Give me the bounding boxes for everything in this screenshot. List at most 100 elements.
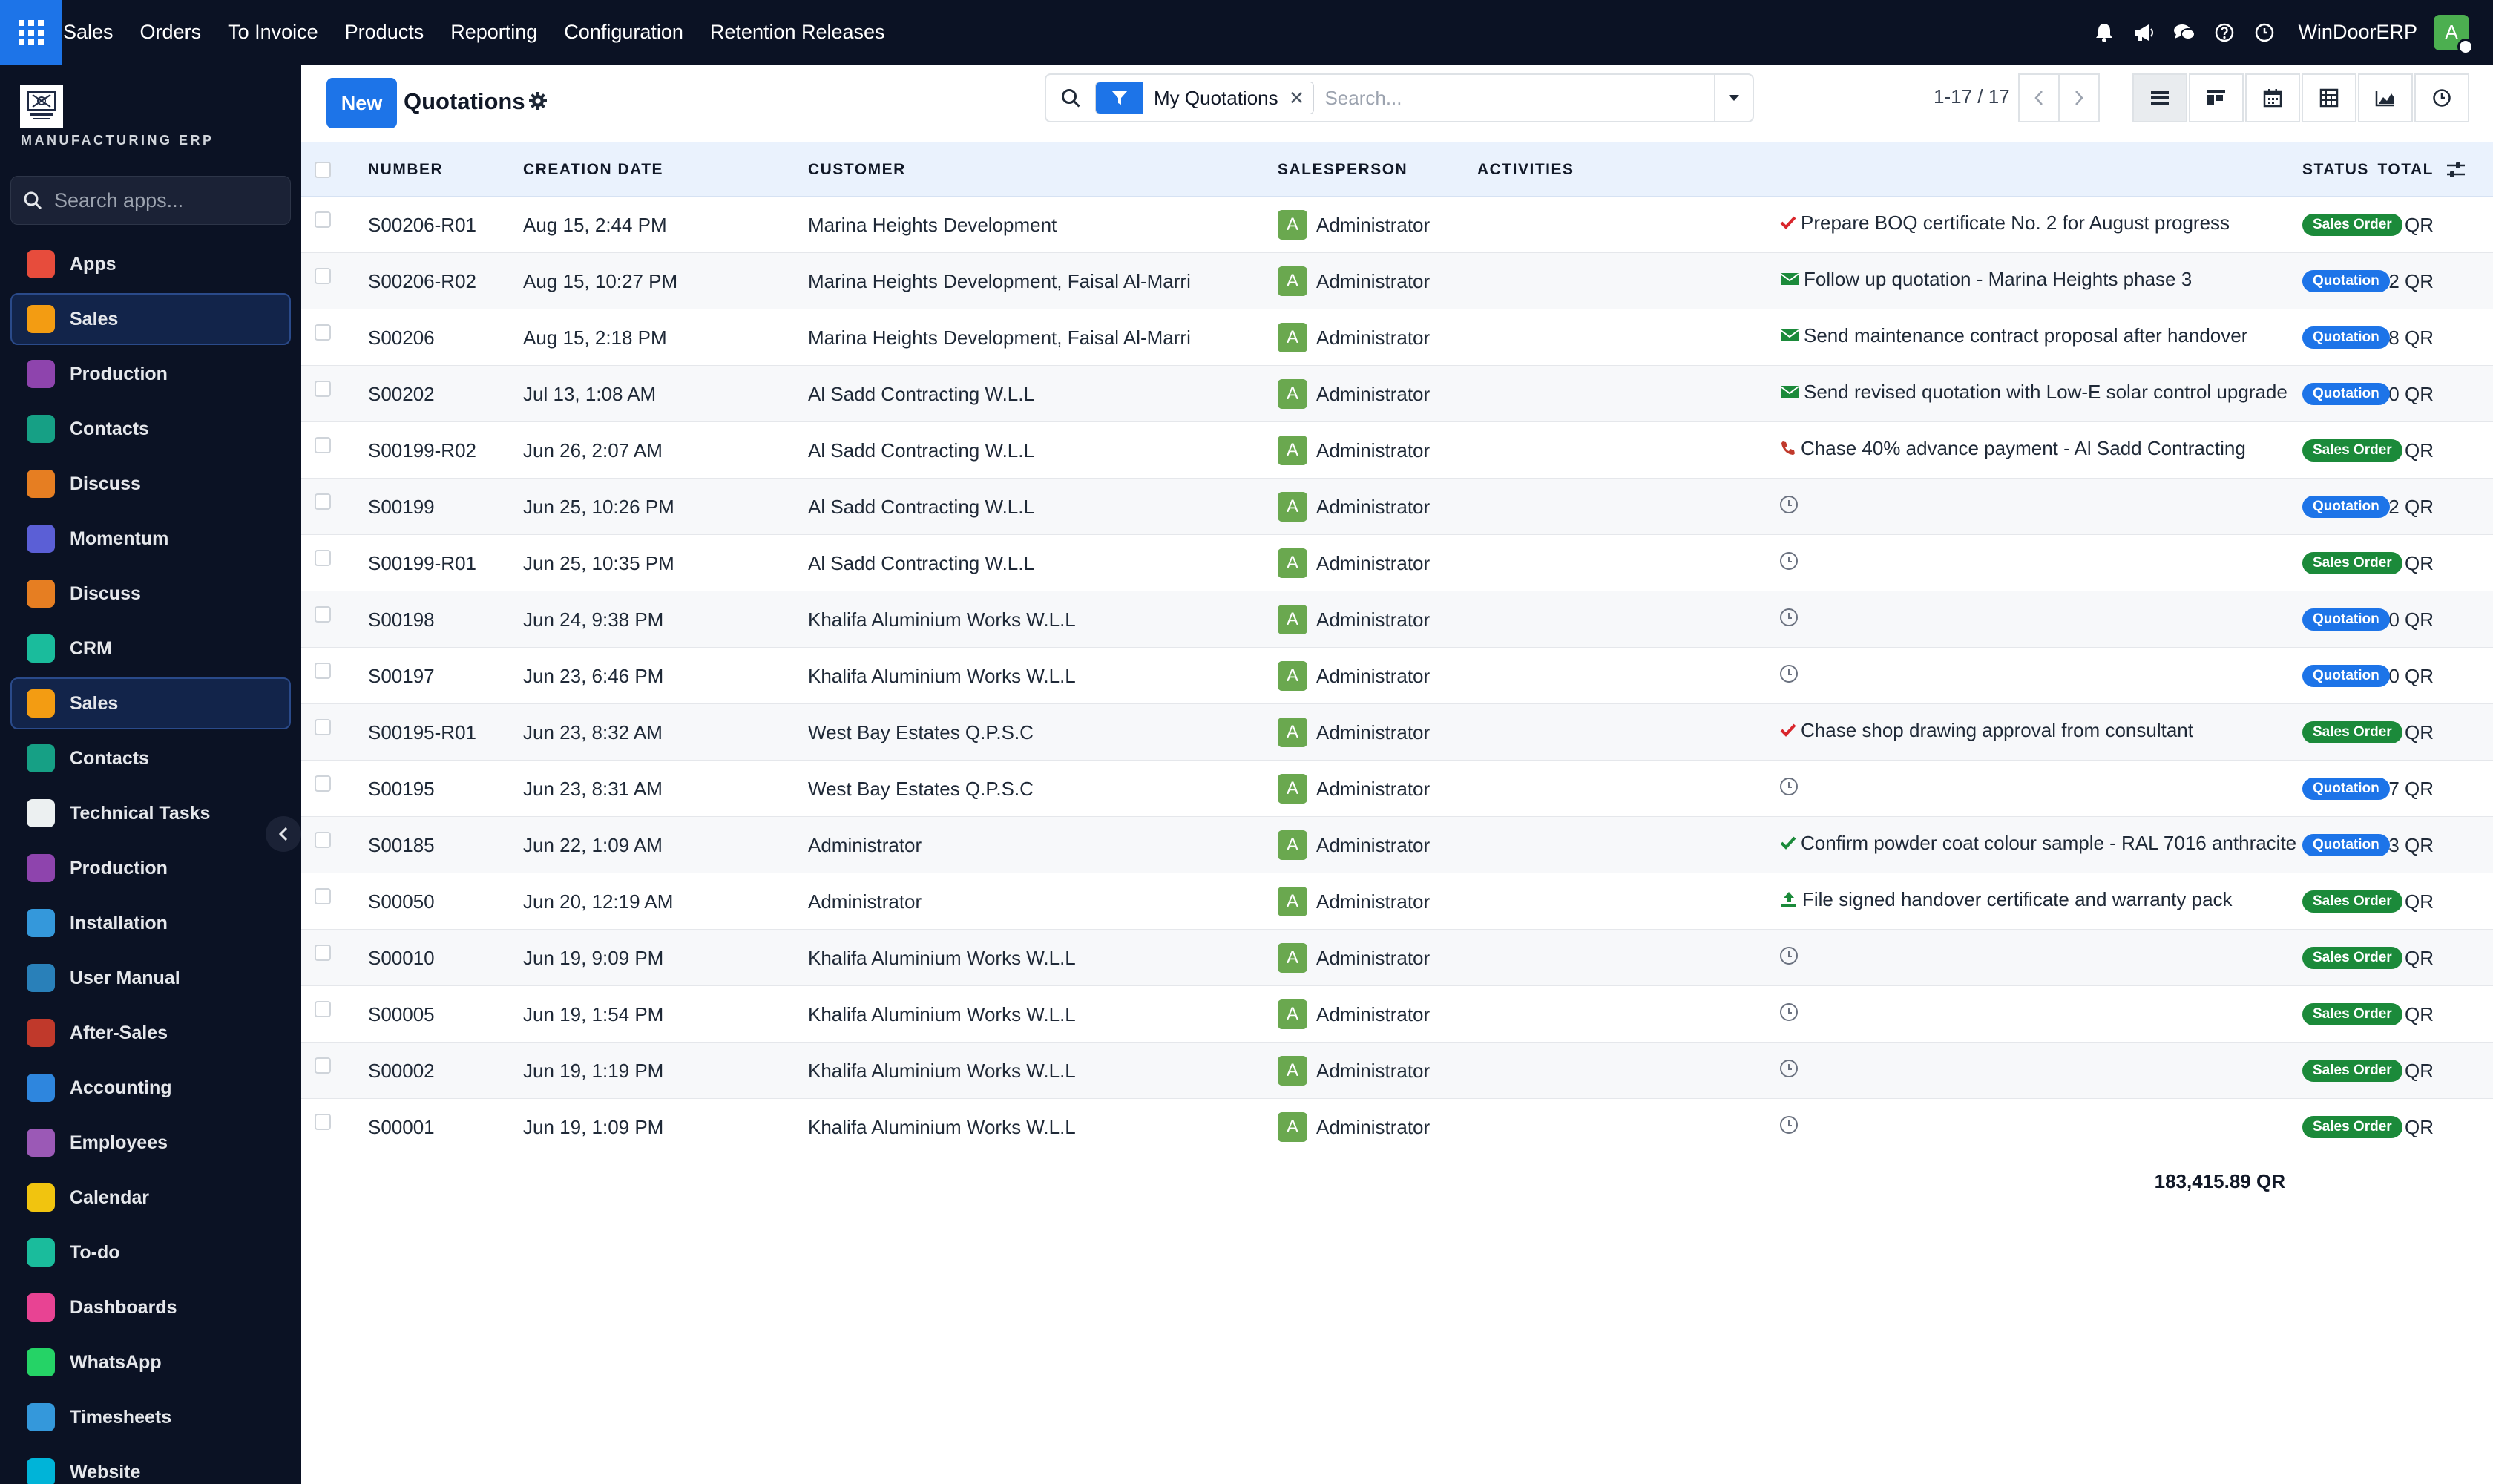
phone-icon[interactable] xyxy=(1780,440,1796,456)
upload-icon[interactable] xyxy=(1780,891,1798,907)
calendar-view-button[interactable] xyxy=(2245,73,2300,122)
menu-orders[interactable]: Orders xyxy=(127,0,215,65)
row-checkbox[interactable] xyxy=(315,1114,331,1130)
pager-next-button[interactable] xyxy=(2058,73,2100,122)
search-icon[interactable] xyxy=(1046,88,1095,108)
row-checkbox-cell[interactable] xyxy=(315,755,331,812)
row-checkbox-cell[interactable] xyxy=(315,473,331,530)
salesperson-cell[interactable]: A Administrator xyxy=(1278,197,1430,253)
activity-cell[interactable] xyxy=(1780,984,1798,1040)
row-checkbox[interactable] xyxy=(315,493,331,510)
salesperson-cell[interactable]: A Administrator xyxy=(1278,309,1430,366)
row-checkbox[interactable] xyxy=(315,719,331,735)
row-checkbox[interactable] xyxy=(315,550,331,566)
list-view-button[interactable] xyxy=(2132,73,2187,122)
app-search-field[interactable]: Search apps... xyxy=(10,176,291,225)
row-checkbox-cell[interactable] xyxy=(315,981,331,1037)
optional-columns-toggle[interactable] xyxy=(2446,142,2466,197)
table-row[interactable]: S00001 Jun 19, 1:09 PM Khalifa Aluminium W… xyxy=(301,1099,2493,1155)
activity-cell[interactable]: Send maintenance contract proposal after… xyxy=(1780,307,2247,364)
row-checkbox[interactable] xyxy=(315,381,331,397)
salesperson-cell[interactable]: A Administrator xyxy=(1278,761,1430,817)
table-row[interactable]: S00206 Aug 15, 2:18 PM Marina Heights Deve… xyxy=(301,309,2493,366)
row-checkbox[interactable] xyxy=(315,324,331,341)
remove-facet-icon[interactable]: ✕ xyxy=(1289,87,1314,110)
table-row[interactable]: S00195-R01 Jun 23, 8:32 AM West Bay Estate… xyxy=(301,704,2493,761)
row-checkbox-cell[interactable] xyxy=(315,304,331,361)
bell-icon[interactable] xyxy=(2084,0,2124,65)
sidebar-item-sales[interactable]: Sales xyxy=(10,677,291,729)
sidebar-item-contacts[interactable]: Contacts xyxy=(10,403,291,455)
sidebar-item-production[interactable]: Production xyxy=(10,842,291,894)
sidebar-item-discuss[interactable]: Discuss xyxy=(10,458,291,510)
salesperson-cell[interactable]: A Administrator xyxy=(1278,873,1430,930)
salesperson-cell[interactable]: A Administrator xyxy=(1278,704,1430,761)
table-row[interactable]: S00195 Jun 23, 8:31 AM West Bay Estates Q.… xyxy=(301,761,2493,817)
clock-icon[interactable] xyxy=(1780,1003,1798,1021)
page-title[interactable]: Quotations xyxy=(404,88,525,115)
salesperson-cell[interactable]: A Administrator xyxy=(1278,422,1430,479)
chat-icon[interactable] xyxy=(2164,0,2204,65)
row-checkbox[interactable] xyxy=(315,268,331,284)
column-salesperson[interactable]: SALESPERSON xyxy=(1278,142,1408,197)
table-row[interactable]: S00206-R01 Aug 15, 2:44 PM Marina Heights … xyxy=(301,197,2493,253)
collapse-sidebar-button[interactable] xyxy=(266,816,301,852)
salesperson-cell[interactable]: A Administrator xyxy=(1278,535,1430,591)
activity-cell[interactable] xyxy=(1780,589,1798,646)
column-status[interactable]: STATUS xyxy=(2302,142,2369,197)
select-all-checkbox[interactable] xyxy=(315,162,331,178)
activity-cell[interactable]: Prepare BOQ certificate No. 2 for August… xyxy=(1780,194,2230,251)
clock-icon[interactable] xyxy=(2244,0,2285,65)
row-checkbox-cell[interactable] xyxy=(315,699,331,755)
clock-icon[interactable] xyxy=(1780,947,1798,965)
megaphone-icon[interactable] xyxy=(2124,0,2164,65)
salesperson-cell[interactable]: A Administrator xyxy=(1278,648,1430,704)
activity-cell[interactable]: Follow up quotation - Marina Heights pha… xyxy=(1780,251,2192,307)
company-name[interactable]: WinDoorERP xyxy=(2285,21,2434,44)
table-row[interactable]: S00202 Jul 13, 1:08 AM Al Sadd Contracting… xyxy=(301,366,2493,422)
company-logo[interactable] xyxy=(20,85,63,128)
row-checkbox[interactable] xyxy=(315,437,331,453)
salesperson-cell[interactable]: A Administrator xyxy=(1278,1043,1430,1099)
activity-cell[interactable] xyxy=(1780,928,1798,984)
menu-reporting[interactable]: Reporting xyxy=(437,0,551,65)
sidebar-item-calendar[interactable]: Calendar xyxy=(10,1172,291,1224)
salesperson-cell[interactable]: A Administrator xyxy=(1278,253,1430,309)
email-icon[interactable] xyxy=(1780,384,1799,399)
column-number[interactable]: NUMBER xyxy=(368,142,443,197)
sidebar-item-sales[interactable]: Sales xyxy=(10,293,291,345)
sidebar-item-momentum[interactable]: Momentum xyxy=(10,513,291,565)
sidebar-item-accounting[interactable]: Accounting xyxy=(10,1062,291,1114)
kanban-view-button[interactable] xyxy=(2189,73,2244,122)
salesperson-cell[interactable]: A Administrator xyxy=(1278,591,1430,648)
row-checkbox-cell[interactable] xyxy=(315,417,331,473)
row-checkbox-cell[interactable] xyxy=(315,586,331,643)
table-row[interactable]: S00010 Jun 19, 9:09 PM Khalifa Aluminium W… xyxy=(301,930,2493,986)
clock-icon[interactable] xyxy=(1780,552,1798,570)
column-creation-date[interactable]: CREATION DATE xyxy=(523,142,663,197)
salesperson-cell[interactable]: A Administrator xyxy=(1278,366,1430,422)
row-checkbox[interactable] xyxy=(315,888,331,904)
menu-brand-sales[interactable]: Sales xyxy=(63,0,127,65)
row-checkbox-cell[interactable] xyxy=(315,530,331,586)
sidebar-item-whatsapp[interactable]: WhatsApp xyxy=(10,1336,291,1388)
activity-cell[interactable]: Send revised quotation with Low-E solar … xyxy=(1780,364,2287,420)
sidebar-item-timesheets[interactable]: Timesheets xyxy=(10,1391,291,1443)
activity-cell[interactable]: File signed handover certificate and war… xyxy=(1780,871,2233,928)
activity-cell[interactable] xyxy=(1780,758,1798,815)
pager-value[interactable]: 1-17 / 17 xyxy=(1934,85,2010,108)
table-row[interactable]: S00002 Jun 19, 1:19 PM Khalifa Aluminium W… xyxy=(301,1043,2493,1099)
clock-icon[interactable] xyxy=(1780,778,1798,795)
row-checkbox-cell[interactable] xyxy=(315,1037,331,1094)
menu-retention-releases[interactable]: Retention Releases xyxy=(697,0,899,65)
row-checkbox[interactable] xyxy=(315,1057,331,1074)
salesperson-cell[interactable]: A Administrator xyxy=(1278,479,1430,535)
sidebar-item-discuss[interactable]: Discuss xyxy=(10,568,291,620)
row-checkbox[interactable] xyxy=(315,211,331,228)
sidebar-item-contacts[interactable]: Contacts xyxy=(10,732,291,784)
menu-configuration[interactable]: Configuration xyxy=(551,0,697,65)
salesperson-cell[interactable]: A Administrator xyxy=(1278,986,1430,1043)
table-row[interactable]: S00197 Jun 23, 6:46 PM Khalifa Aluminium W… xyxy=(301,648,2493,704)
sidebar-item-dashboards[interactable]: Dashboards xyxy=(10,1281,291,1333)
table-row[interactable]: S00206-R02 Aug 15, 10:27 PM Marina Heights… xyxy=(301,253,2493,309)
